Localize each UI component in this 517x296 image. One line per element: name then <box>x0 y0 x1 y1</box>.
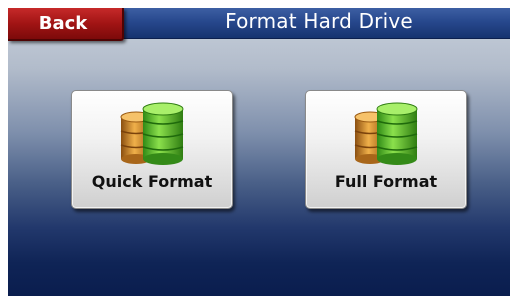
database-stack-icon <box>354 102 418 165</box>
quick-format-button[interactable]: Quick Format <box>71 90 233 209</box>
back-button-label: Back <box>38 13 88 34</box>
page-title: Format Hard Drive <box>225 9 413 33</box>
quick-format-label: Quick Format <box>91 172 213 191</box>
database-stack-icon <box>120 102 184 165</box>
full-format-label: Full Format <box>334 172 438 191</box>
full-format-button[interactable]: Full Format <box>305 90 467 209</box>
back-button[interactable]: Back <box>8 8 124 41</box>
format-screen: Format Hard Drive Back Quick Format Full… <box>8 8 510 296</box>
